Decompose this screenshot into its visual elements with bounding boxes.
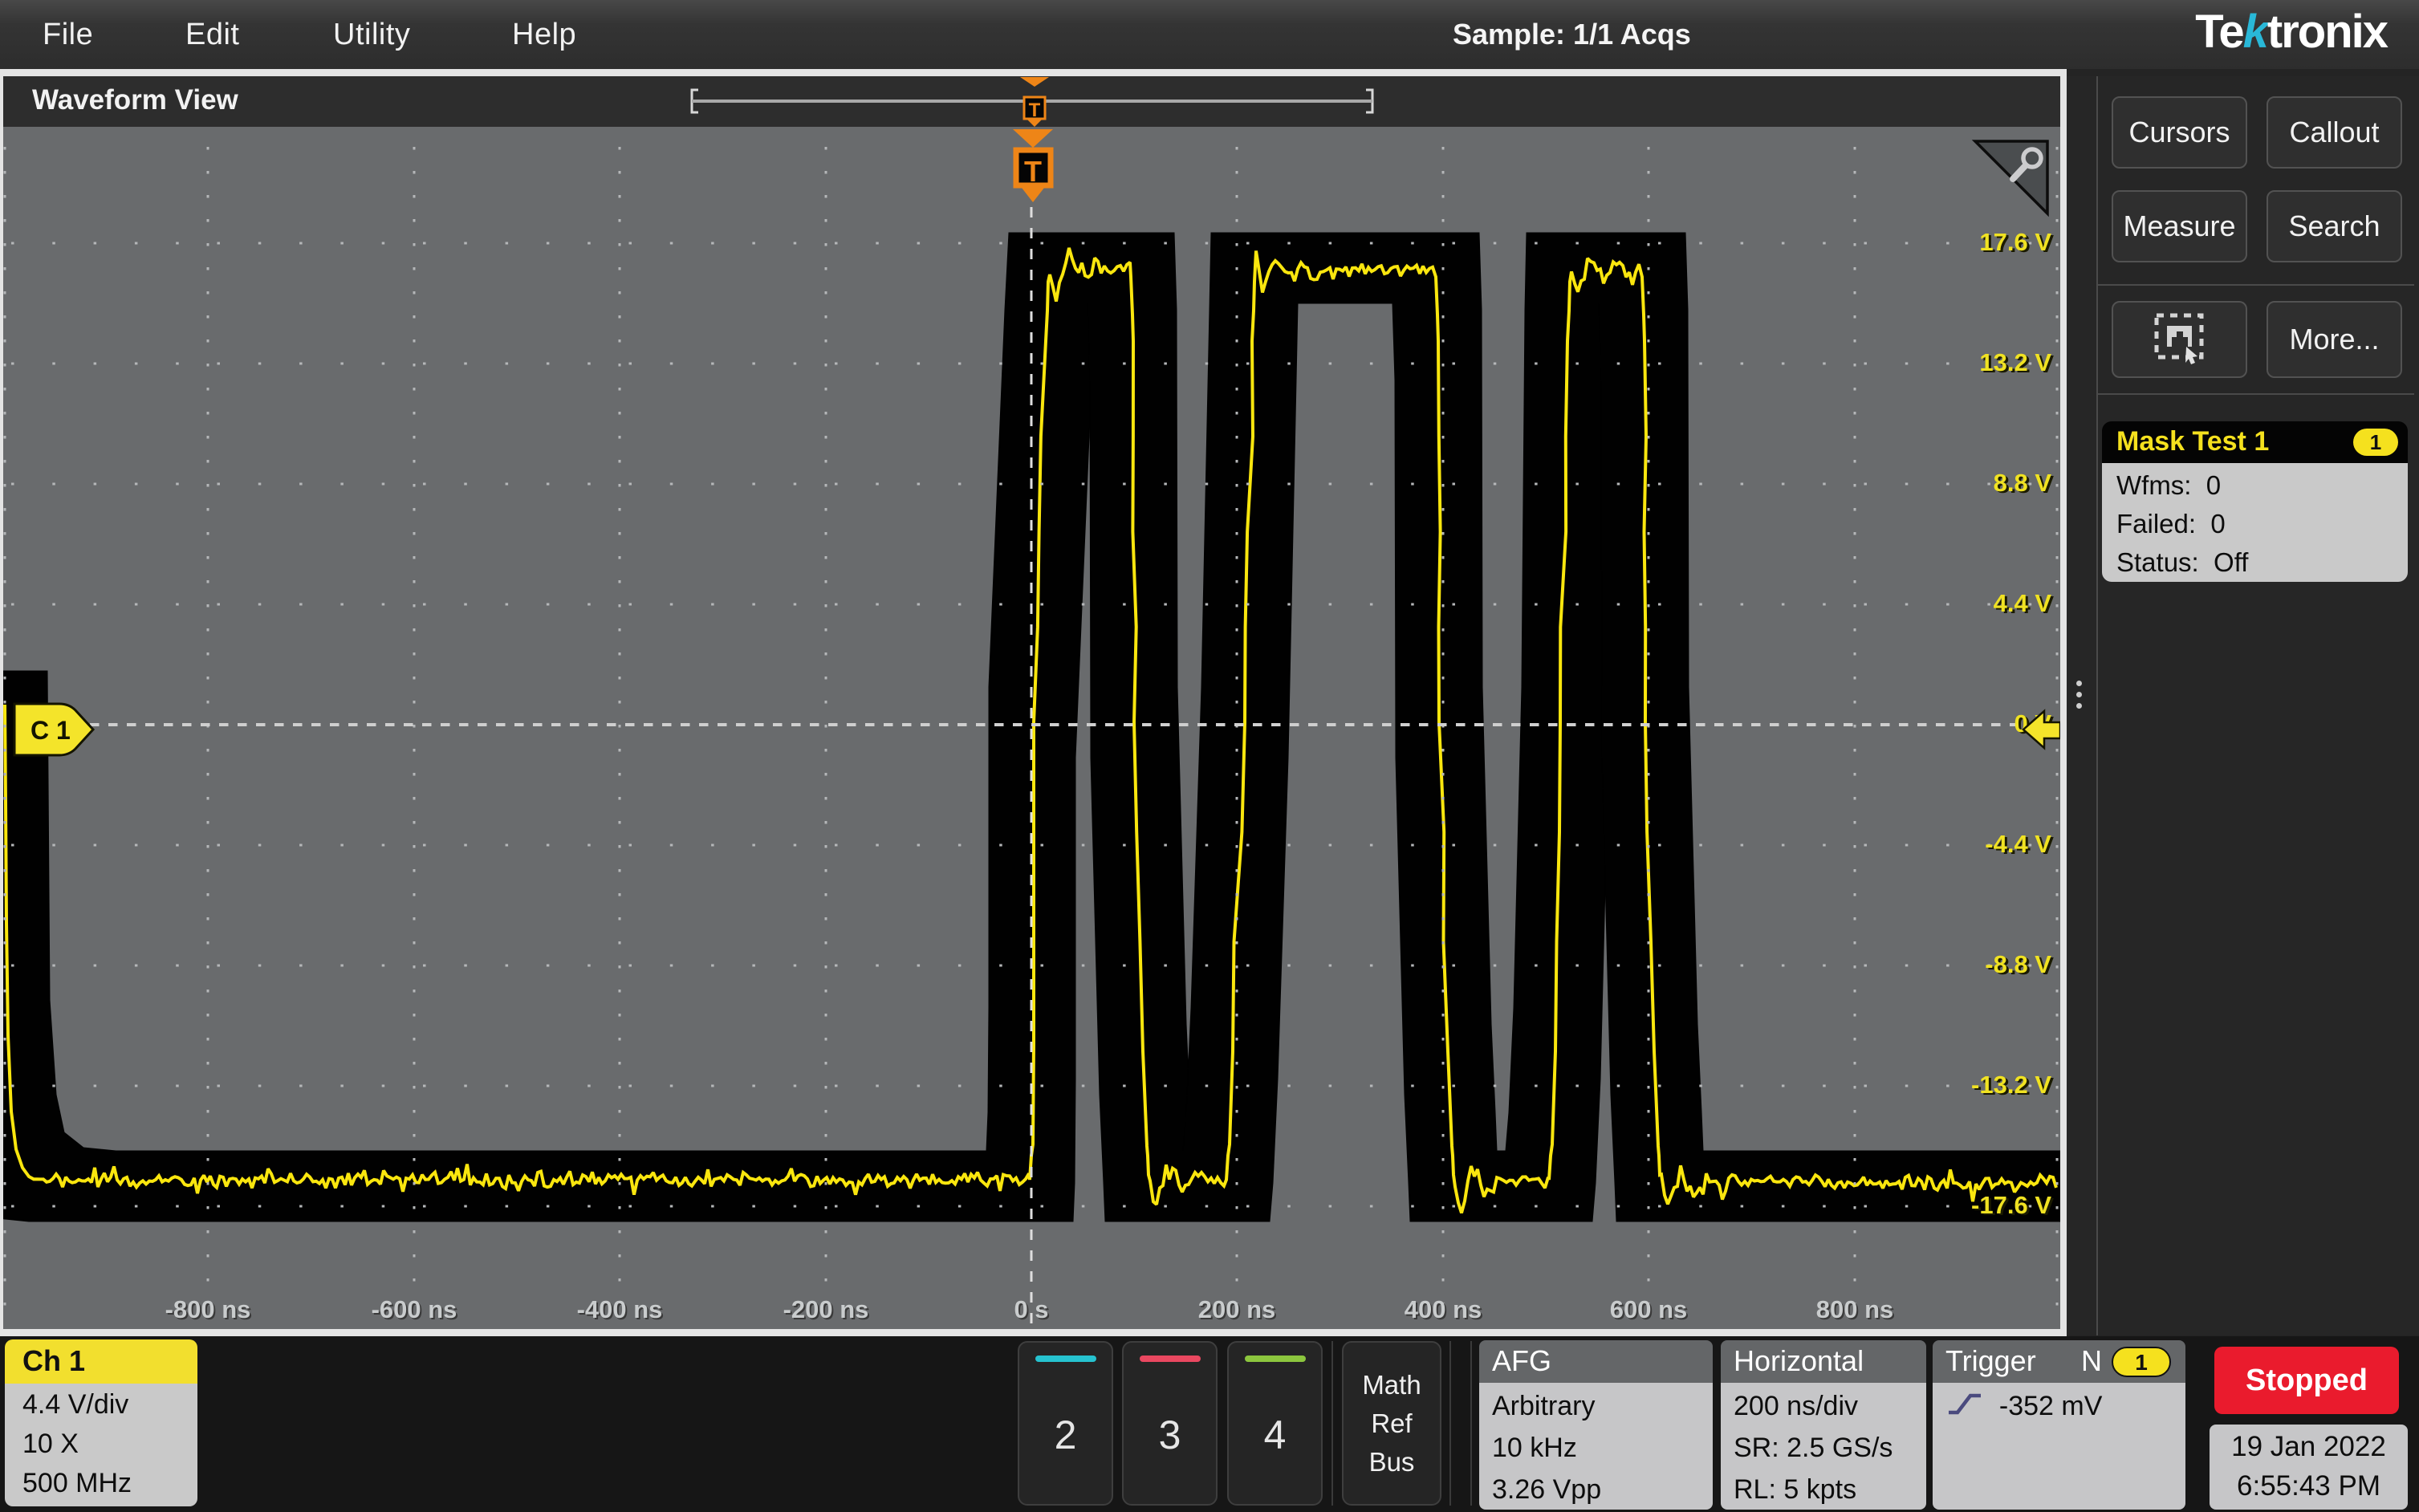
svg-text:T: T [1024,155,1042,188]
svg-text:800 ns: 800 ns [1816,1295,1894,1323]
svg-text:-17.6 V: -17.6 V [1971,1191,2051,1219]
svg-text:4.4 V: 4.4 V [1994,589,2052,617]
svg-text:-800 ns: -800 ns [165,1295,251,1323]
svg-text:17.6 V: 17.6 V [1979,228,2051,256]
svg-text:200 ns: 200 ns [1198,1295,1276,1323]
svg-text:-13.2 V: -13.2 V [1971,1071,2051,1099]
svg-text:400 ns: 400 ns [1405,1295,1482,1323]
svg-text:-4.4 V: -4.4 V [1985,830,2051,858]
svg-text:-8.8 V: -8.8 V [1985,950,2051,978]
svg-text:T: T [1029,100,1041,121]
svg-text:600 ns: 600 ns [1610,1295,1688,1323]
svg-text:-400 ns: -400 ns [577,1295,663,1323]
svg-text:13.2 V: 13.2 V [1979,348,2051,376]
svg-text:-600 ns: -600 ns [372,1295,457,1323]
svg-text:-200 ns: -200 ns [783,1295,869,1323]
svg-text:8.8 V: 8.8 V [1994,469,2052,497]
svg-text:C 1: C 1 [30,716,71,745]
svg-text:0 s: 0 s [1014,1295,1048,1323]
